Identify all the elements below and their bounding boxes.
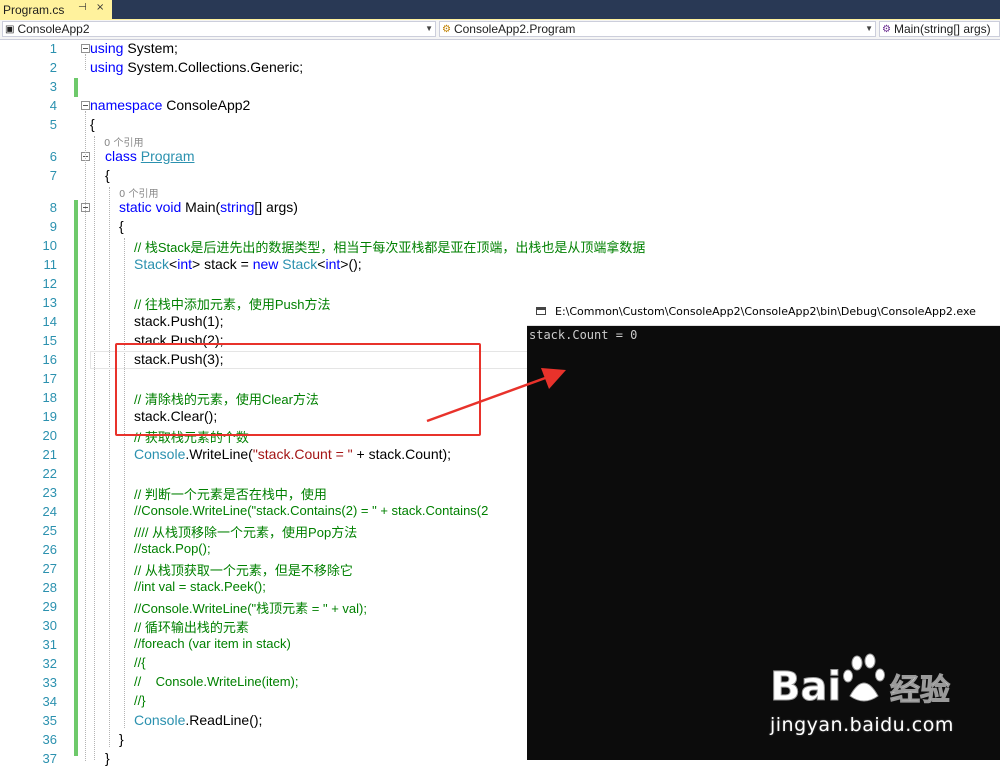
baidu-watermark: Bai 经验 jingyan.baidu.com bbox=[770, 648, 990, 748]
baidu-logo: Bai 经验 bbox=[770, 653, 951, 711]
watermark-url: jingyan.baidu.com bbox=[770, 714, 954, 736]
svg-text:经验: 经验 bbox=[890, 673, 950, 708]
svg-text:Bai: Bai bbox=[770, 664, 841, 710]
annotation-arrow bbox=[426, 368, 566, 423]
